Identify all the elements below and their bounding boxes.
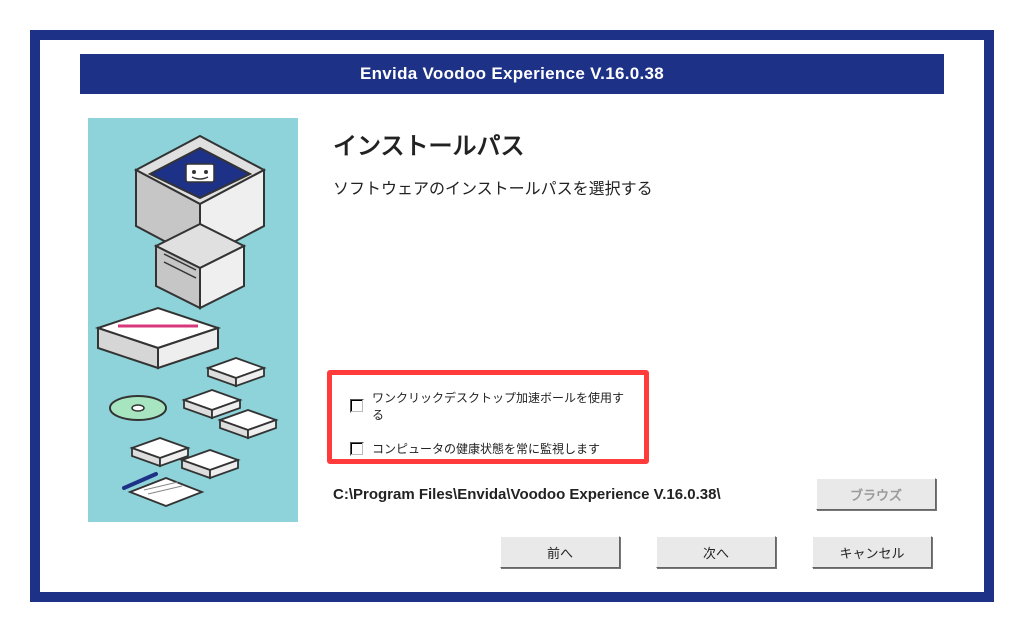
content-area: インストールパス ソフトウェアのインストールパスを選択する ワンクリックデスクト… <box>88 118 936 514</box>
nav-button-row: 前へ 次へ キャンセル <box>500 536 932 568</box>
install-path-row: C:\Program Files\Envida\Voodoo Experienc… <box>333 478 936 510</box>
option-oneclick-accelerator[interactable]: ワンクリックデスクトップ加速ボールを使用する <box>350 389 634 423</box>
title-text: Envida Voodoo Experience V.16.0.38 <box>360 64 664 84</box>
sidebar-illustration <box>88 118 298 522</box>
installer-dialog: Envida Voodoo Experience V.16.0.38 <box>30 30 994 602</box>
checkbox-icon[interactable] <box>350 399 364 413</box>
install-path-text: C:\Program Files\Envida\Voodoo Experienc… <box>333 486 721 503</box>
option-label: ワンクリックデスクトップ加速ボールを使用する <box>372 389 634 423</box>
options-highlight-box: ワンクリックデスクトップ加速ボールを使用する コンピュータの健康状態を常に監視し… <box>327 370 649 464</box>
page-title: インストールパス <box>333 126 936 161</box>
option-health-monitor[interactable]: コンピュータの健康状態を常に監視します <box>350 440 634 457</box>
title-bar: Envida Voodoo Experience V.16.0.38 <box>80 54 944 94</box>
cancel-button[interactable]: キャンセル <box>812 536 932 568</box>
option-label: コンピュータの健康状態を常に監視します <box>372 440 600 457</box>
main-panel: インストールパス ソフトウェアのインストールパスを選択する ワンクリックデスクト… <box>333 118 936 514</box>
next-button[interactable]: 次へ <box>656 536 776 568</box>
back-button[interactable]: 前へ <box>500 536 620 568</box>
page-subtitle: ソフトウェアのインストールパスを選択する <box>333 175 936 199</box>
browse-button[interactable]: ブラウズ <box>816 478 936 510</box>
checkbox-icon[interactable] <box>350 442 364 456</box>
